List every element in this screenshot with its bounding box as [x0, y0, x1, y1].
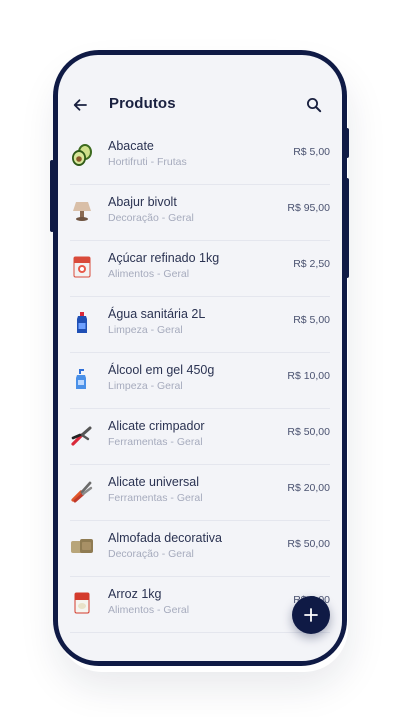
- avocado-icon: [72, 144, 92, 166]
- product-row[interactable]: Alicate crimpador Ferramentas - Geral R$…: [58, 409, 342, 465]
- add-product-button[interactable]: [292, 596, 330, 634]
- product-name: Alicate universal: [108, 475, 200, 489]
- product-name: Água sanitária 2L: [108, 307, 206, 321]
- product-name: Alicate crimpador: [108, 419, 205, 433]
- product-category: Decoração - Geral: [108, 212, 194, 224]
- product-price: R$ 2,50: [293, 258, 330, 270]
- product-row[interactable]: Açúcar refinado 1kg Alimentos - Geral R$…: [58, 241, 342, 297]
- product-category: Decoração - Geral: [108, 548, 194, 560]
- plus-icon: [304, 608, 318, 622]
- bleach-bottle-icon: [77, 312, 87, 333]
- product-list: Abacate Hortifruti - Frutas R$ 5,00 Abaj…: [58, 129, 342, 633]
- search-icon[interactable]: [306, 97, 322, 113]
- sugar-bag-icon: [73, 256, 91, 278]
- product-price: R$ 50,00: [287, 426, 330, 438]
- product-category: Alimentos - Geral: [108, 604, 190, 616]
- product-price: R$ 5,00: [293, 146, 330, 158]
- product-category: Limpeza - Geral: [108, 380, 183, 392]
- product-row[interactable]: Água sanitária 2L Limpeza - Geral R$ 5,0…: [58, 297, 342, 353]
- pliers-icon: [71, 481, 93, 503]
- product-row[interactable]: Álcool em gel 450g Limpeza - Geral R$ 10…: [58, 353, 342, 409]
- product-row[interactable]: Alicate universal Ferramentas - Geral R$…: [58, 465, 342, 521]
- lamp-icon: [73, 202, 91, 221]
- product-category: Ferramentas - Geral: [108, 436, 203, 448]
- product-category: Ferramentas - Geral: [108, 492, 203, 504]
- product-name: Arroz 1kg: [108, 587, 162, 601]
- arrow-left-icon[interactable]: [72, 97, 88, 113]
- app-header: Produtos: [58, 55, 342, 129]
- crimper-icon: [71, 426, 92, 446]
- product-name: Abacate: [108, 139, 154, 153]
- app-screen: Produtos Abacate Hortifruti - Frutas R$ …: [58, 55, 342, 661]
- product-price: R$ 50,00: [287, 538, 330, 550]
- product-price: R$ 5,00: [293, 314, 330, 326]
- page-title: Produtos: [109, 95, 176, 112]
- product-category: Limpeza - Geral: [108, 324, 183, 336]
- product-name: Álcool em gel 450g: [108, 363, 215, 377]
- rice-bag-icon: [74, 592, 90, 614]
- product-category: Alimentos - Geral: [108, 268, 190, 280]
- product-price: R$ 20,00: [287, 482, 330, 494]
- product-price: R$ 10,00: [287, 370, 330, 382]
- product-name: Açúcar refinado 1kg: [108, 251, 220, 265]
- gel-bottle-icon: [76, 369, 86, 389]
- product-name: Almofada decorativa: [108, 531, 222, 545]
- product-price: R$ 95,00: [287, 202, 330, 214]
- row-divider: [70, 632, 330, 633]
- product-row[interactable]: Abacate Hortifruti - Frutas R$ 5,00: [58, 129, 342, 185]
- product-row[interactable]: Almofada decorativa Decoração - Geral R$…: [58, 521, 342, 577]
- product-name: Abajur bivolt: [108, 195, 177, 209]
- cushion-icon: [71, 539, 93, 553]
- phone-frame: Produtos Abacate Hortifruti - Frutas R$ …: [53, 50, 347, 666]
- product-row[interactable]: Abajur bivolt Decoração - Geral R$ 95,00: [58, 185, 342, 241]
- product-category: Hortifruti - Frutas: [108, 156, 187, 168]
